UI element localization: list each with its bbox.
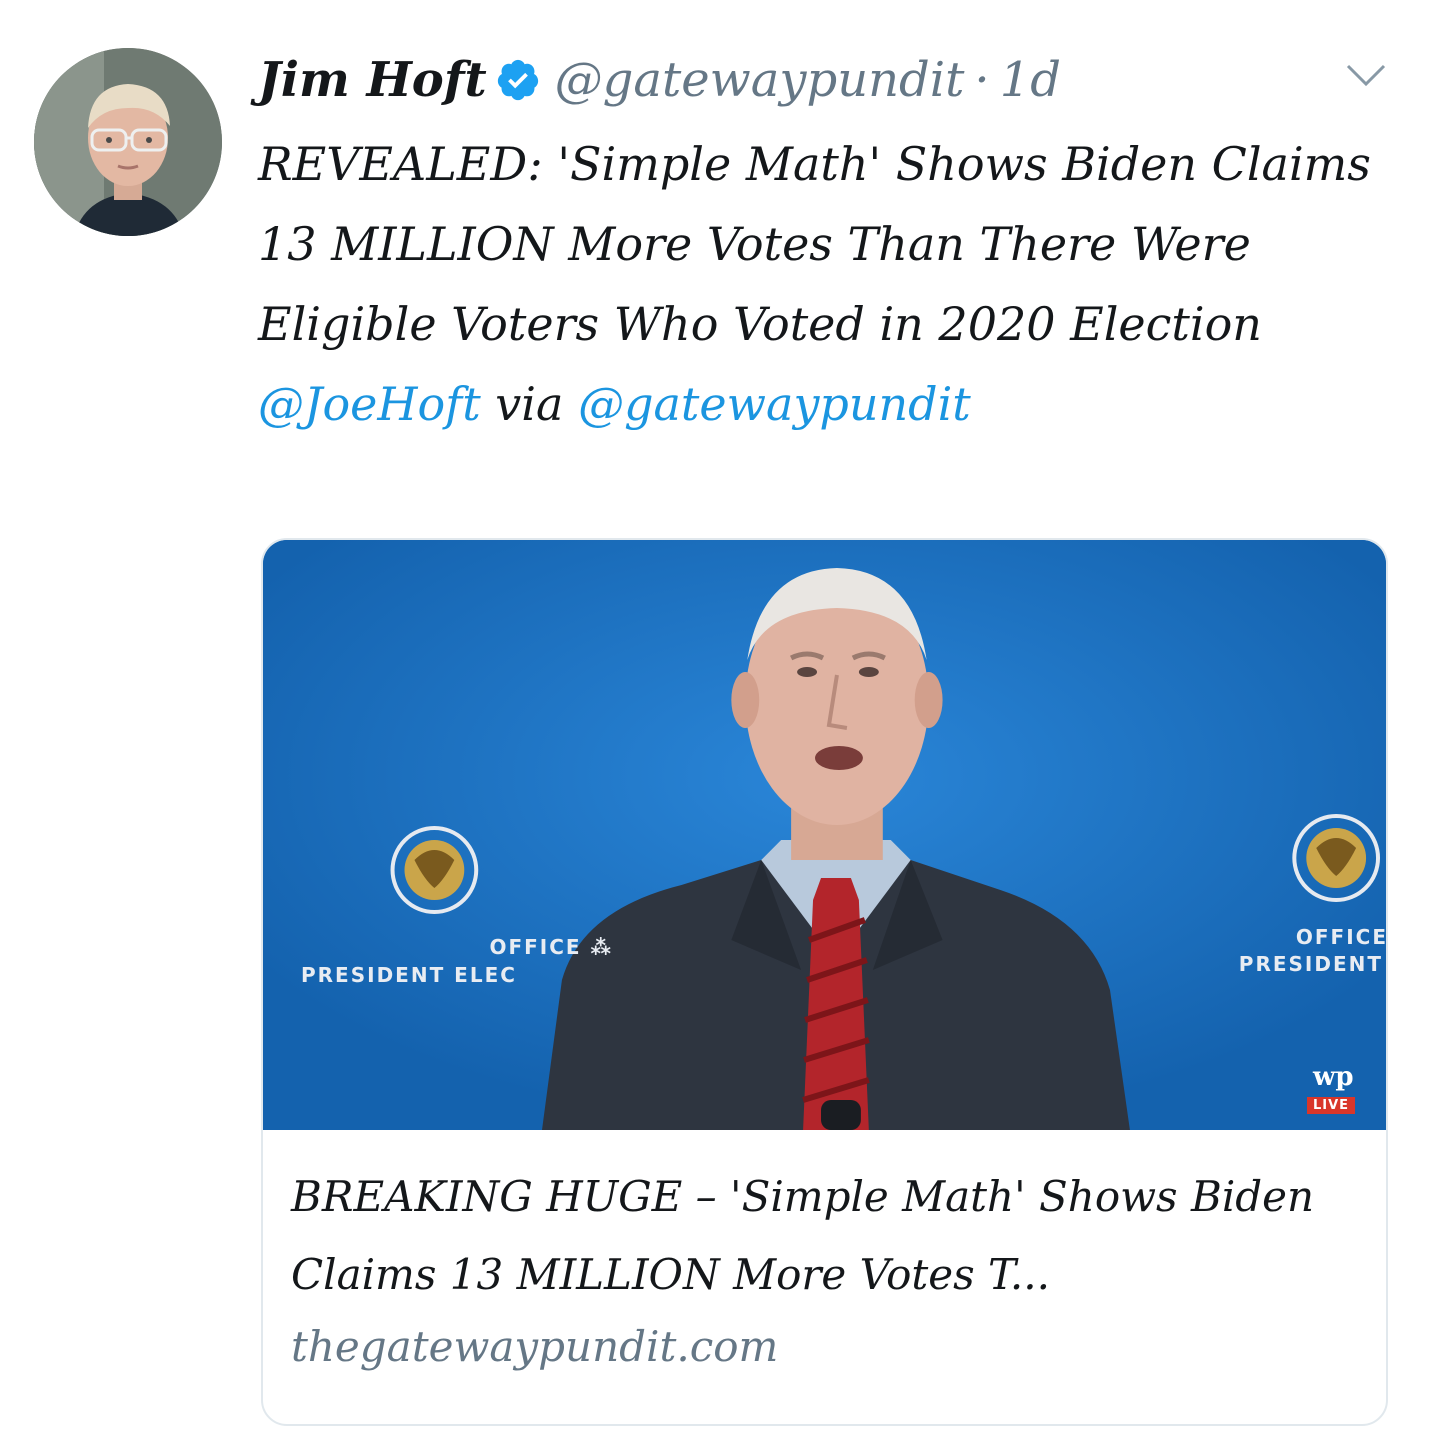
speaker-photo — [263, 540, 1386, 1130]
card-domain[interactable]: thegatewaypundit.com — [291, 1322, 1361, 1371]
timestamp[interactable]: 1d — [1000, 52, 1061, 108]
seal-right-president-text: PRESIDENT — [1238, 952, 1383, 976]
live-badge: LIVE — [1307, 1097, 1356, 1114]
handle[interactable]: @gatewaypundit — [555, 52, 965, 108]
display-name[interactable]: Jim Hoft — [258, 52, 487, 108]
chevron-down-icon[interactable] — [1344, 60, 1388, 90]
seal-right-office-text: OFFICE — [1295, 925, 1386, 949]
card-title[interactable]: BREAKING HUGE – 'Simple Math' Shows Bide… — [291, 1158, 1361, 1314]
link-preview-card[interactable]: OFFICE ⁂ PRESIDENT ELEC OFFICE PRESIDENT… — [261, 538, 1388, 1426]
mention-gatewaypundit[interactable]: @gatewaypundit — [578, 377, 971, 431]
tweet: Jim Hoft @gatewaypundit · 1d REVEALED: '… — [258, 42, 1388, 444]
seal-left-president-text: PRESIDENT ELEC — [301, 963, 517, 987]
tweet-text-body: REVEALED: 'Simple Math' Shows Biden Clai… — [258, 137, 1371, 351]
card-text[interactable]: BREAKING HUGE – 'Simple Math' Shows Bide… — [291, 1158, 1361, 1371]
tweet-header: Jim Hoft @gatewaypundit · 1d — [258, 42, 1388, 118]
verified-badge-icon — [495, 57, 541, 103]
separator-dot: · — [974, 52, 990, 108]
tweet-text: REVEALED: 'Simple Math' Shows Biden Clai… — [258, 124, 1378, 444]
seal-left-office-text: OFFICE ⁂ — [489, 935, 613, 959]
card-image[interactable]: OFFICE ⁂ PRESIDENT ELEC OFFICE PRESIDENT… — [263, 540, 1386, 1130]
wp-logo: wp — [1313, 1062, 1354, 1092]
avatar-photo — [34, 48, 222, 236]
avatar[interactable] — [34, 48, 222, 236]
mention-joehoft[interactable]: @JoeHoft — [258, 377, 481, 431]
tweet-text-via: via — [480, 377, 579, 431]
